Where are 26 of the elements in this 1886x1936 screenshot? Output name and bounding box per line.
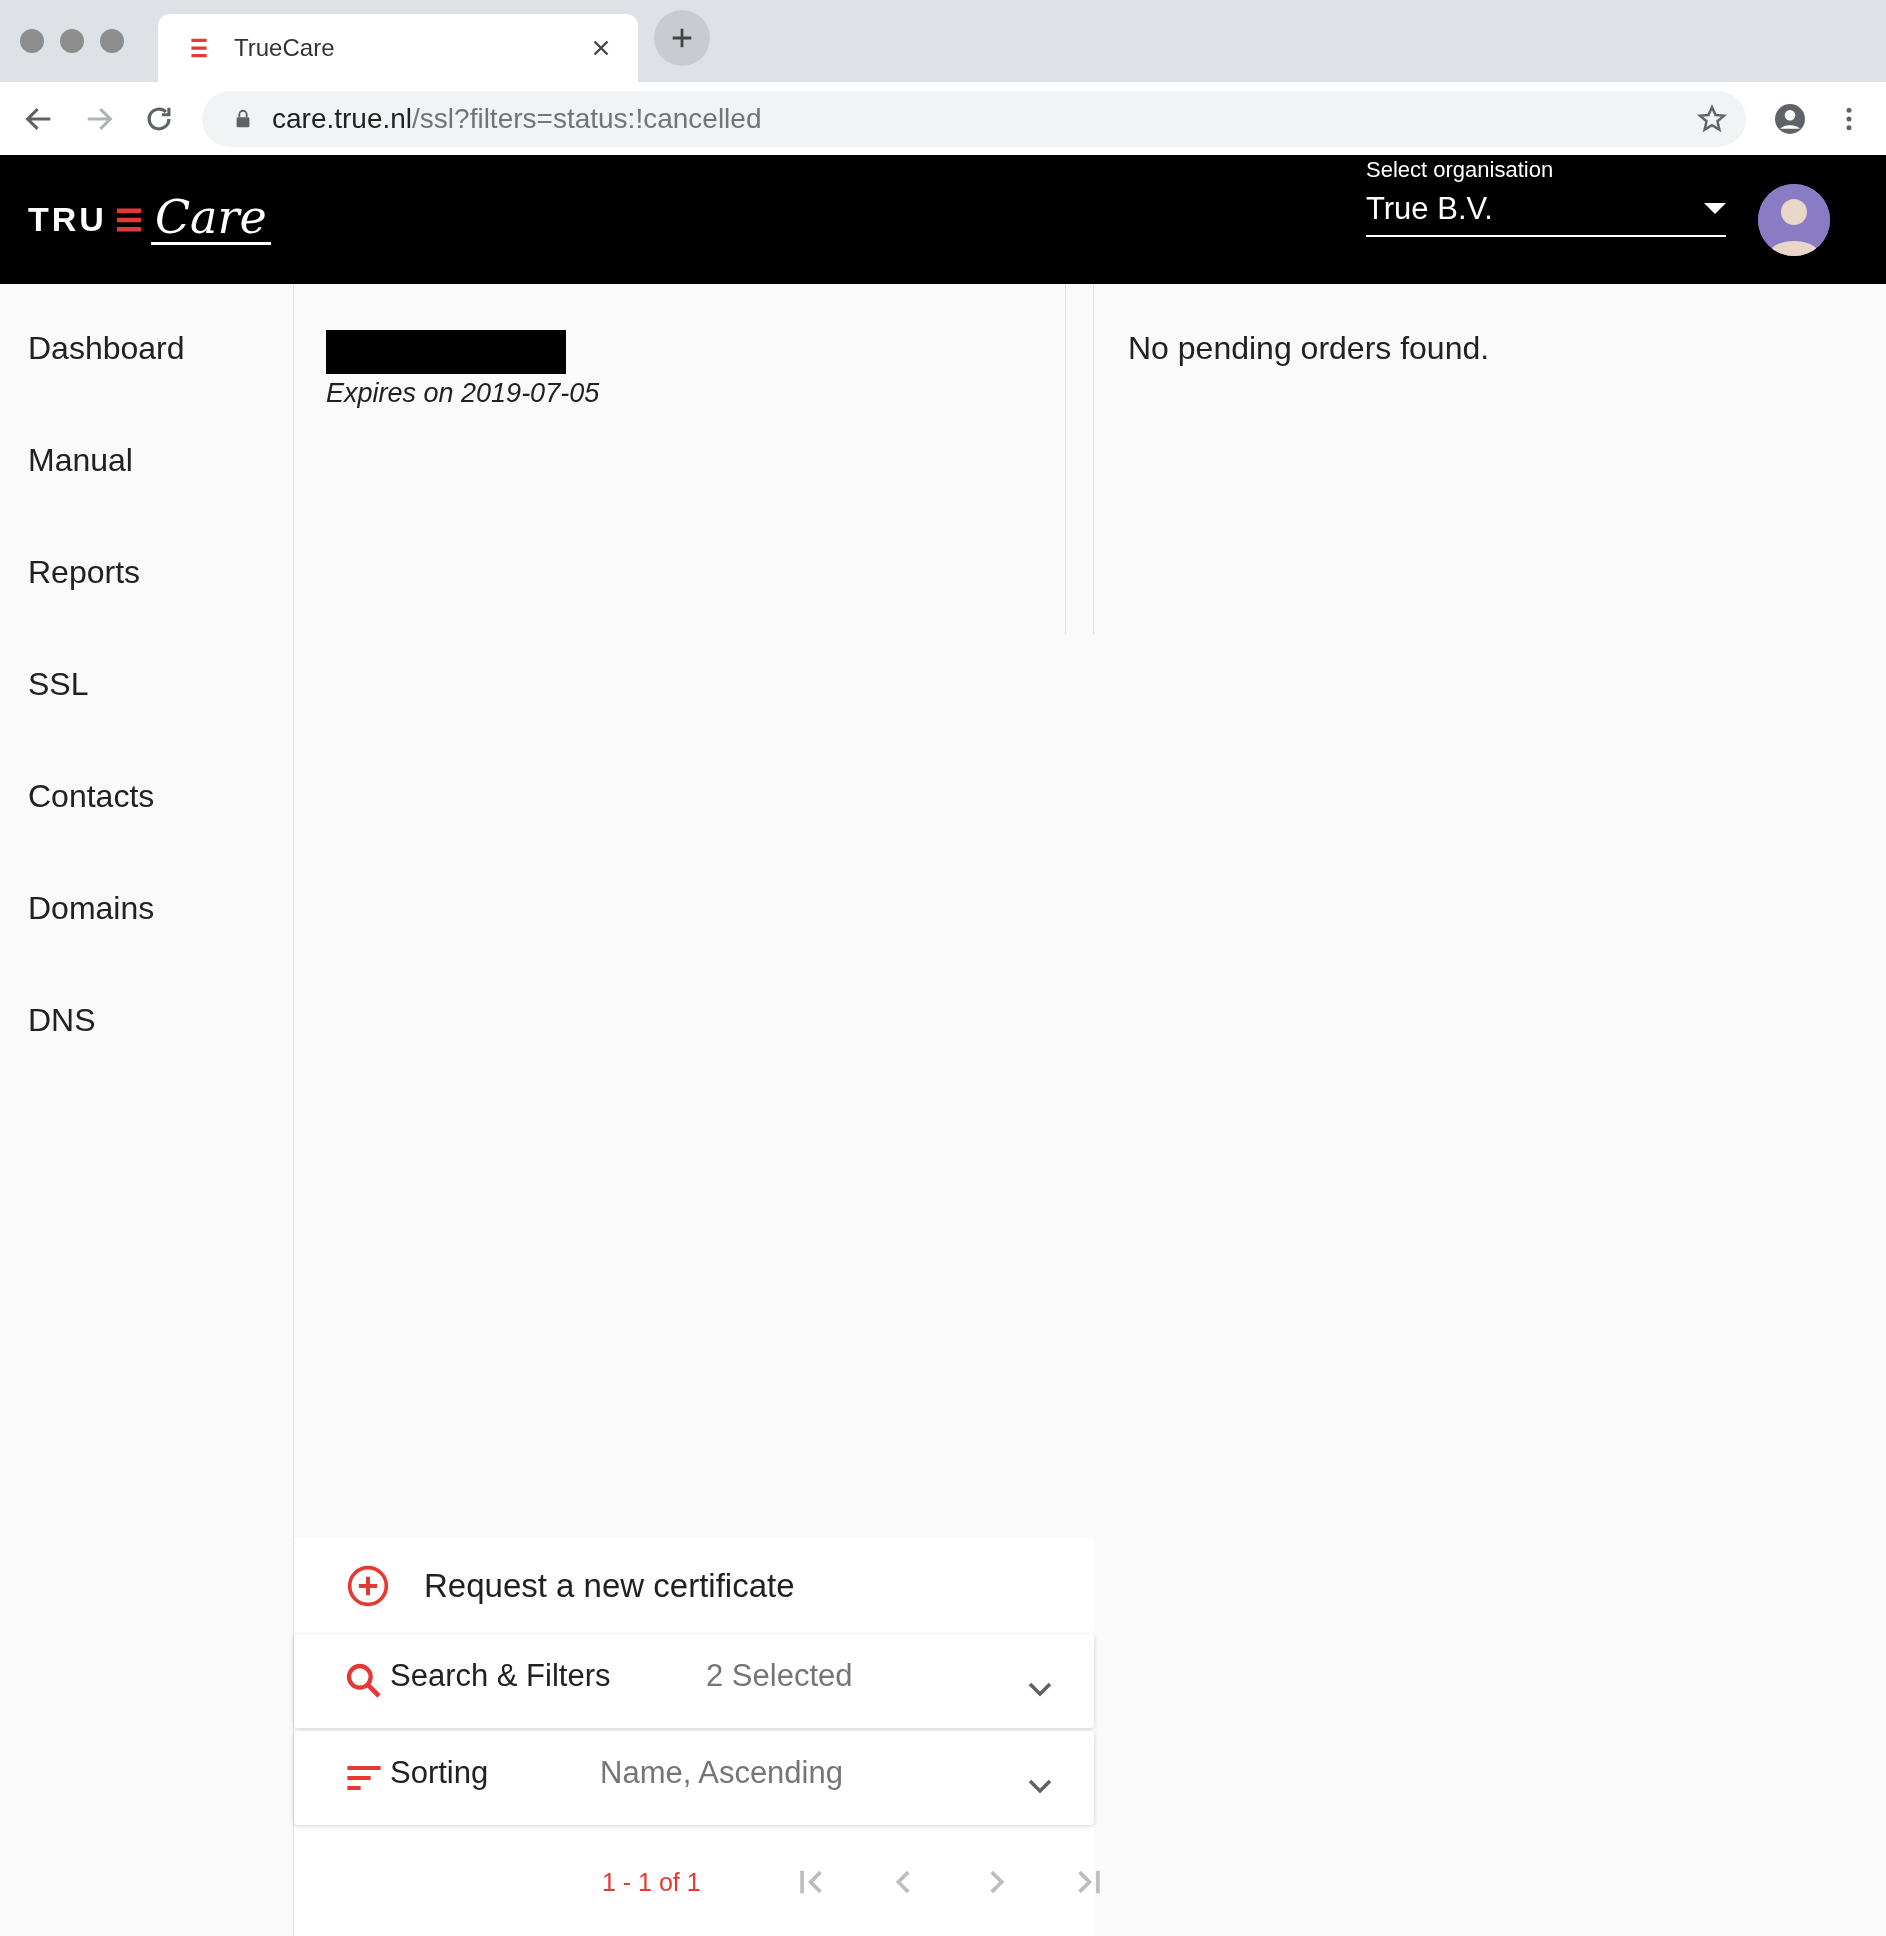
logo-script-text: Care — [150, 194, 271, 245]
panel-summary: Name, Ascending — [600, 1755, 844, 1791]
address-bar[interactable]: care.true.nl/ssl?filters=status:!cancelled — [202, 90, 1746, 147]
sidebar-item[interactable]: Manual — [0, 404, 293, 516]
panel-title: Search & Filters — [390, 1658, 612, 1694]
sidebar-item[interactable]: DNS — [0, 964, 293, 1076]
panel-title: Sorting — [390, 1755, 490, 1791]
expiry-text: Expires on 2019-07-05 — [326, 378, 601, 409]
field-label: Select organisation — [1366, 157, 1555, 183]
organisation-dropdown[interactable]: True B.V. — [1366, 187, 1726, 237]
star-icon[interactable] — [1696, 102, 1728, 135]
page-range: 1 - 1 of 1 — [602, 1867, 701, 1897]
sidebar-item[interactable]: Domains — [0, 852, 293, 964]
new-tab-button[interactable] — [654, 10, 710, 66]
empty-message: No pending orders found. — [1128, 330, 1490, 366]
dropdown-caret-icon — [1704, 203, 1726, 215]
expansion-panel[interactable]: Sorting Name, Ascending — [294, 1731, 1094, 1825]
expansion-panel[interactable]: Search & Filters 2 Selected — [294, 1634, 1094, 1728]
panel-summary: 2 Selected — [706, 1658, 854, 1694]
browser-tab[interactable]: TrueCare — [158, 14, 638, 82]
logo-text: TRU — [28, 200, 107, 239]
sidebar-item[interactable]: Reports — [0, 516, 293, 628]
sidebar-item[interactable]: Contacts — [0, 740, 293, 852]
sidebar-item[interactable]: Dashboard — [0, 292, 293, 404]
add-circle-icon — [346, 1564, 390, 1608]
sidebar-item[interactable]: SSL — [0, 628, 293, 740]
